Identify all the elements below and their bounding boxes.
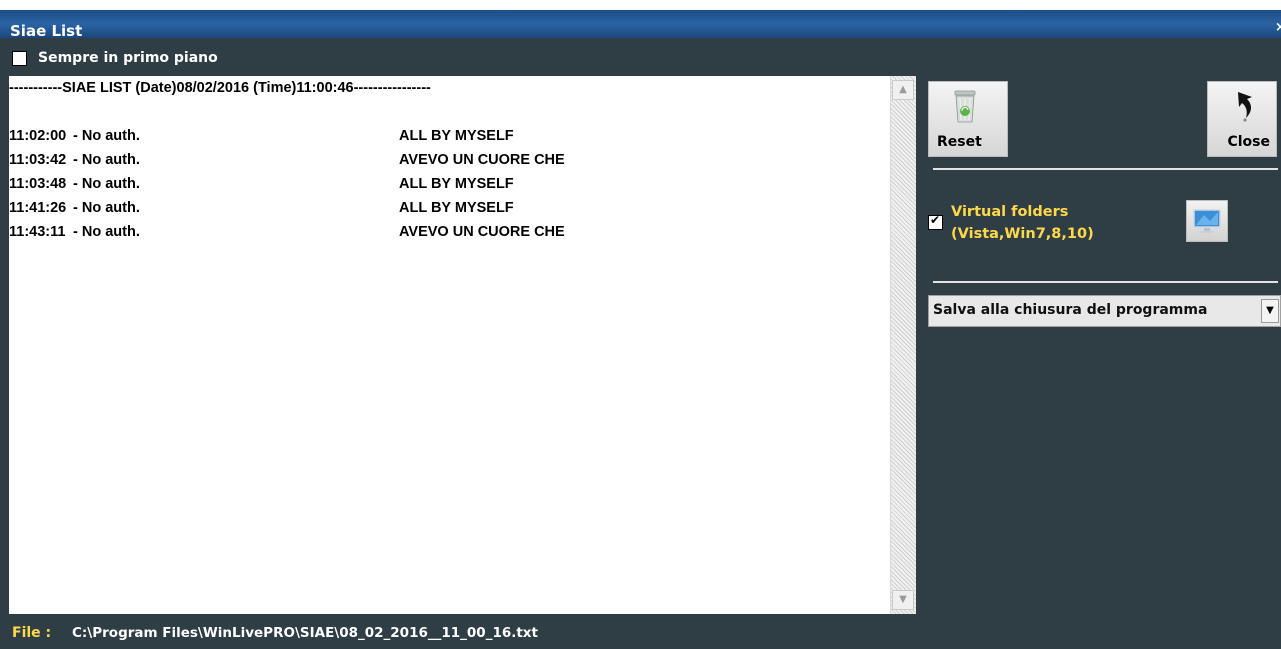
entry-song: ALL BY MYSELF [399, 176, 514, 192]
virtual-folders-checkbox[interactable]: ✔ [928, 213, 943, 230]
file-path: C:\Program Files\WinLivePRO\SIAE\08_02_2… [72, 625, 538, 641]
status-bar: File : C:\Program Files\WinLivePRO\SIAE\… [0, 618, 1281, 649]
entry-song: AVEVO UN CUORE CHE [399, 224, 565, 240]
options-bar: Sempre in primo piano [0, 38, 1281, 76]
entry-auth: - No auth. [73, 128, 140, 144]
title-bar[interactable]: Siae List × [0, 0, 1281, 40]
siae-list-window: Siae List × Sempre in primo piano ------… [0, 0, 1281, 649]
scroll-up-icon[interactable]: ▲ [892, 80, 914, 100]
entry-auth: - No auth. [73, 176, 140, 192]
entry-time: 11:02:00 [9, 128, 67, 144]
list-scrollbar[interactable]: ▲ ▼ [890, 76, 916, 614]
scroll-down-icon[interactable]: ▼ [892, 590, 914, 610]
reset-button-label: Reset [937, 134, 982, 150]
window-close-icon[interactable]: × [1275, 20, 1281, 36]
entry-song: ALL BY MYSELF [399, 128, 514, 144]
siae-list-box[interactable]: -----------SIAE LIST (Date)08/02/2016 (T… [9, 76, 909, 614]
entry-song: AVEVO UN CUORE CHE [399, 152, 565, 168]
list-header-line: -----------SIAE LIST (Date)08/02/2016 (T… [9, 80, 431, 96]
always-on-top-label[interactable]: Sempre in primo piano [38, 50, 218, 66]
entry-time: 11:03:42 [9, 152, 67, 168]
monitor-icon [1193, 209, 1221, 233]
virtual-folders-button[interactable] [1186, 200, 1228, 242]
recycle-bin-icon [954, 90, 976, 123]
entry-auth: - No auth. [73, 152, 140, 168]
entry-time: 11:43:11 [9, 224, 66, 240]
file-label: File : [12, 625, 52, 641]
virtual-folders-label[interactable]: Virtual folders (Vista,Win7,8,10) [951, 201, 1161, 245]
entry-auth: - No auth. [73, 224, 140, 240]
siae-list-text: -----------SIAE LIST (Date)08/02/2016 (T… [9, 76, 889, 614]
save-mode-select[interactable]: Salva alla chiusura del programma ▼ [928, 295, 1281, 327]
entry-song: ALL BY MYSELF [399, 200, 514, 216]
save-mode-value: Salva alla chiusura del programma [933, 302, 1208, 318]
checkmark-icon: ✔ [930, 213, 941, 227]
close-button-label: Close [1227, 134, 1270, 150]
entry-auth: - No auth. [73, 200, 140, 216]
close-button[interactable]: Close [1207, 81, 1277, 157]
entry-time: 11:03:48 [9, 176, 67, 192]
entry-time: 11:41:26 [9, 200, 67, 216]
return-arrow-icon [1238, 92, 1252, 122]
always-on-top-checkbox[interactable] [12, 51, 27, 66]
divider [933, 168, 1278, 170]
virtual-folders-label-line2: (Vista,Win7,8,10) [951, 226, 1094, 242]
virtual-folders-label-line1: Virtual folders [951, 204, 1069, 220]
divider [933, 281, 1278, 283]
reset-button[interactable]: Reset [928, 81, 1008, 157]
dropdown-arrow-icon[interactable]: ▼ [1261, 299, 1279, 323]
